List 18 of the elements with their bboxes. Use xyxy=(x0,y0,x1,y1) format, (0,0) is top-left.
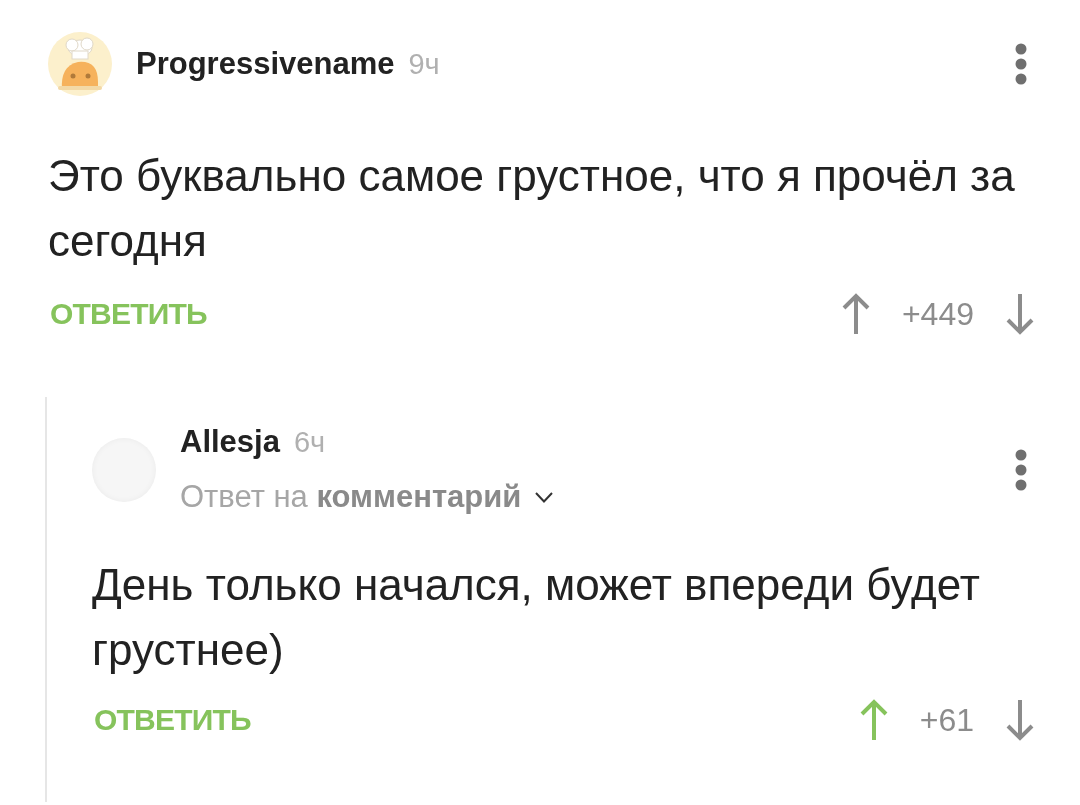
comment-time: 6ч xyxy=(293,425,326,459)
comment-text: День только начался, может впереди будет грустнее) xyxy=(92,559,981,676)
rating-count: +61 xyxy=(919,701,974,739)
downvote-arrow-icon[interactable] xyxy=(1006,293,1034,335)
reply-button[interactable]: ОТВЕТИТЬ xyxy=(50,297,207,331)
author-name[interactable]: Progressivename xyxy=(136,46,395,82)
comment-text: Это буквально самое грустное, что я прочёл за сегодня xyxy=(48,150,1016,267)
reply-button[interactable]: ОТВЕТИТЬ xyxy=(94,703,251,737)
downvote-arrow-icon[interactable] xyxy=(1006,699,1034,741)
chevron-down-icon[interactable] xyxy=(535,491,554,503)
reply-to-link[interactable]: Ответ на комментарий xyxy=(180,479,522,515)
more-options-icon[interactable] xyxy=(1015,448,1027,491)
comment-time: 9ч xyxy=(408,47,440,81)
more-options-icon[interactable] xyxy=(1015,43,1027,85)
author-name[interactable]: Allesja xyxy=(180,424,280,460)
upvote-arrow-icon[interactable] xyxy=(859,699,888,741)
rating-count: +449 xyxy=(901,295,974,333)
upvote-arrow-icon[interactable] xyxy=(841,293,870,335)
